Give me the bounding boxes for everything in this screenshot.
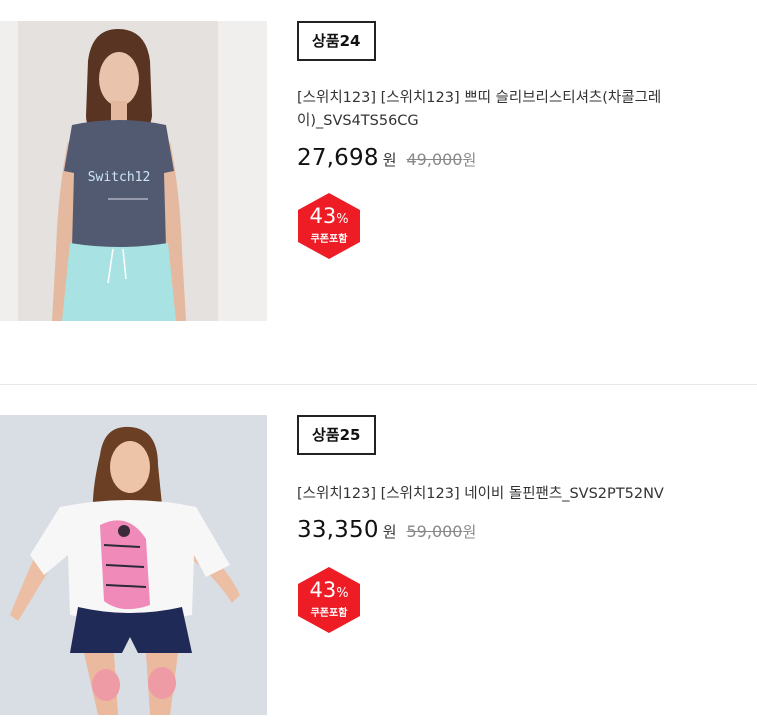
- discount-percent: 43%: [309, 204, 349, 228]
- sale-price: 33,350: [297, 517, 379, 543]
- product-image[interactable]: [0, 415, 267, 715]
- price-row: 33,350 원 59,000 원: [297, 517, 747, 547]
- product-image[interactable]: Switch12: [0, 21, 267, 321]
- product-photo-dolphin-shorts: [0, 415, 267, 715]
- sale-price-unit: 원: [382, 523, 397, 541]
- product-number-tag: 상품24: [297, 21, 377, 61]
- coupon-included-label: 쿠폰포함: [310, 608, 348, 619]
- discount-badge: 43% 쿠폰포함: [298, 567, 360, 633]
- product-number-tag: 상품25: [297, 415, 377, 455]
- original-price: 49,000: [406, 150, 463, 169]
- product-card[interactable]: Switch12 상품24 [스위치123] [스위치123] 쁘띠 슬리브리스…: [0, 0, 757, 384]
- original-price-unit: 원: [462, 523, 477, 541]
- product-card[interactable]: 상품25 [스위치123] [스위치123] 네이비 돌핀팬츠_SVS2PT52…: [0, 384, 757, 724]
- product-name[interactable]: [스위치123] [스위치123] 네이비 돌핀팬츠_SVS2PT52NV: [297, 483, 737, 506]
- price-row: 27,698 원 49,000 원: [297, 145, 747, 175]
- original-price: 59,000: [406, 522, 463, 541]
- sale-price-unit: 원: [382, 151, 397, 169]
- discount-percent: 43%: [309, 578, 349, 602]
- product-name[interactable]: [스위치123] [스위치123] 쁘띠 슬리브리스티셔츠(차콜그레이)_SVS…: [297, 87, 737, 133]
- coupon-included-label: 쿠폰포함: [310, 234, 348, 245]
- discount-badge: 43% 쿠폰포함: [298, 193, 360, 259]
- original-price-unit: 원: [462, 151, 477, 169]
- sale-price: 27,698: [297, 145, 379, 171]
- shirt-print: Switch12: [88, 170, 151, 185]
- product-photo-sleeveless-tee: Switch12: [0, 21, 267, 321]
